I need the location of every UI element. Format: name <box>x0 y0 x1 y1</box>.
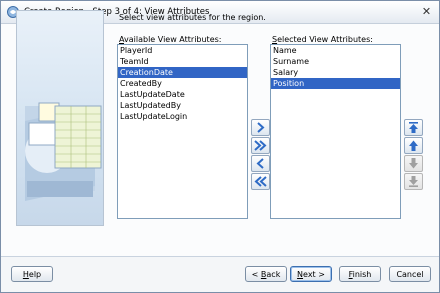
list-item[interactable]: Position <box>271 78 400 89</box>
finish-label: inish <box>352 270 372 279</box>
available-label-text: vailable View Attributes: <box>124 35 222 44</box>
arrow-up-icon <box>409 140 418 151</box>
selected-attributes-list[interactable]: Name Surname Salary Position <box>270 44 401 219</box>
list-item[interactable]: Salary <box>271 67 400 78</box>
list-item[interactable]: LastUpdatedBy <box>118 100 247 111</box>
chevron-right-icon <box>257 122 265 133</box>
wizard-dialog: Create Region - Step 3 of 4: View Attrib… <box>0 0 440 293</box>
move-up-button[interactable] <box>404 137 423 154</box>
finish-button[interactable]: Finish <box>339 266 381 282</box>
move-top-icon <box>409 122 418 133</box>
list-item[interactable]: TeamId <box>118 56 247 67</box>
list-item[interactable]: Name <box>271 45 400 56</box>
move-left-button[interactable] <box>251 155 270 172</box>
footer-divider <box>1 256 439 257</box>
next-label: ext > <box>303 270 325 279</box>
list-item[interactable]: Surname <box>271 56 400 67</box>
cancel-button[interactable]: Cancel <box>389 266 431 282</box>
instruction-text: Select view attributes for the region. <box>119 13 266 22</box>
list-item[interactable]: PlayerId <box>118 45 247 56</box>
move-to-bottom-button[interactable] <box>404 173 423 190</box>
move-to-top-button[interactable] <box>404 119 423 136</box>
back-label: ack <box>266 270 281 279</box>
available-list-label: Available View Attributes: <box>119 35 221 44</box>
back-button[interactable]: < Back <box>245 266 287 282</box>
double-chevron-left-icon <box>254 176 267 187</box>
next-button[interactable]: Next > <box>290 266 332 282</box>
back-prefix: < <box>251 270 261 279</box>
move-bottom-icon <box>409 176 418 187</box>
list-item[interactable]: LastUpdateLogin <box>118 111 247 122</box>
list-item[interactable]: CreatedBy <box>118 78 247 89</box>
selected-list-label: Selected View Attributes: <box>272 35 373 44</box>
list-item[interactable]: LastUpdateDate <box>118 89 247 100</box>
wizard-illustration <box>16 10 104 226</box>
help-label: elp <box>28 270 42 279</box>
double-chevron-right-icon <box>254 140 267 151</box>
list-item[interactable]: CreationDate <box>118 67 247 78</box>
arrow-down-icon <box>409 158 418 169</box>
move-all-right-button[interactable] <box>251 137 270 154</box>
selected-label-text: elected View Attributes: <box>277 35 373 44</box>
close-icon[interactable]: ✕ <box>419 4 434 19</box>
move-down-button[interactable] <box>404 155 423 172</box>
available-attributes-list[interactable]: PlayerId TeamId CreationDate CreatedBy L… <box>117 44 248 219</box>
help-button[interactable]: Help <box>11 266 53 282</box>
chevron-left-icon <box>256 158 264 169</box>
move-all-left-button[interactable] <box>251 173 270 190</box>
move-right-button[interactable] <box>251 119 270 136</box>
